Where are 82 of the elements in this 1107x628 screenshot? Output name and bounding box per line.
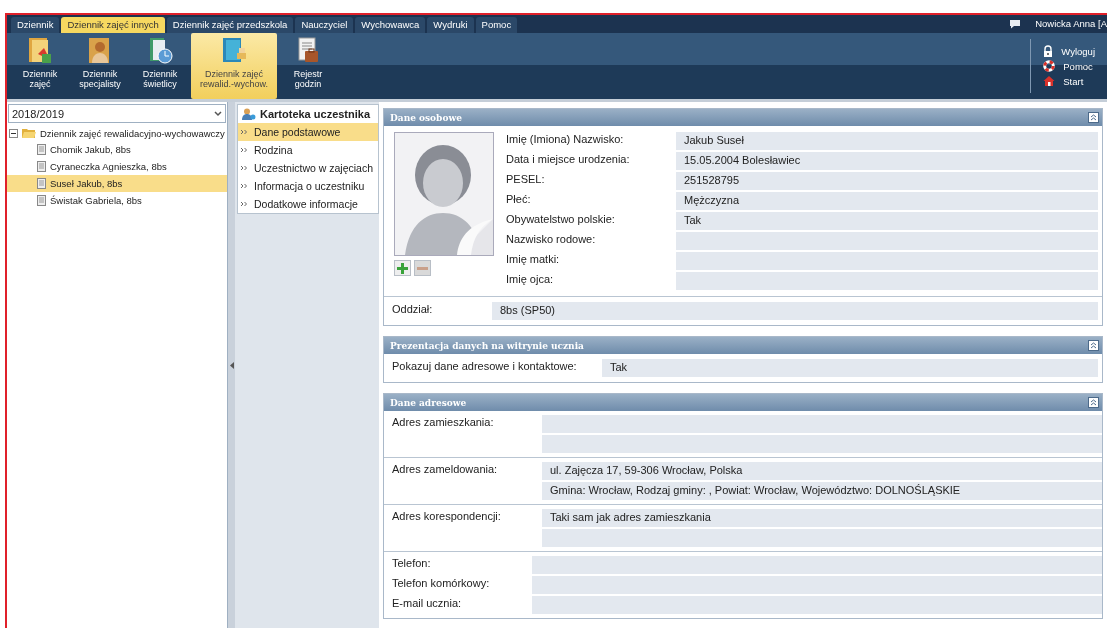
card-menu-item[interactable]: Uczestnictwo w zajęciach — [238, 159, 378, 177]
book-icon — [26, 36, 54, 66]
field-label: Imię (Imiona) Nazwisko: — [506, 132, 625, 145]
folder-icon — [21, 127, 37, 139]
chat-icon[interactable] — [1009, 19, 1022, 29]
add-photo-button[interactable] — [394, 260, 411, 276]
toolbar-link[interactable]: Pomoc — [1043, 59, 1095, 73]
document-icon — [37, 161, 46, 172]
field-label: Oddział: — [392, 302, 434, 315]
field-label: Telefon komórkowy: — [392, 576, 491, 589]
field-label: Pokazuj dane adresowe i kontaktowe: — [392, 359, 578, 372]
toolbar-button[interactable]: Rejestr godzin — [279, 33, 337, 99]
field-label: Obywatelstwo polskie: — [506, 212, 616, 225]
field-label: Nazwisko rodowe: — [506, 232, 597, 245]
chevron-icon — [241, 147, 248, 153]
field-value: Tak — [676, 212, 1098, 230]
lock-icon — [1043, 45, 1054, 57]
collapse-icon[interactable] — [1088, 397, 1099, 408]
tree-item[interactable]: Świstak Gabriela, 8bs — [7, 192, 227, 209]
minus-icon — [417, 266, 428, 270]
field-label: PESEL: — [506, 172, 546, 185]
field-value: 8bs (SP50) — [492, 302, 1098, 320]
field-label: Imię matki: — [506, 252, 561, 265]
tree-item[interactable]: Cyraneczka Agnieszka, 8bs — [7, 158, 227, 175]
section-title: Dane adresowe — [390, 397, 467, 408]
menu-tab[interactable]: Dziennik — [11, 17, 60, 33]
menu-tab[interactable]: Wychowawca — [355, 17, 426, 33]
tree-item[interactable]: Chomik Jakub, 8bs — [7, 141, 227, 158]
home-icon — [1043, 75, 1056, 87]
document-icon — [37, 195, 46, 206]
field-label: Adres zamieszkania: — [392, 415, 495, 430]
menu-tab[interactable]: Dziennik zajęć przedszkola — [166, 17, 294, 33]
user-name: Nowicka Anna [A — [1034, 18, 1107, 31]
year-select[interactable]: 2018/2019 — [8, 104, 226, 123]
card-menu-item[interactable]: Informacja o uczestniku — [238, 177, 378, 195]
field-label: Data i miejsce urodzenia: — [506, 152, 631, 165]
tree-node[interactable]: Dziennik zajęć rewalidacyjno-wychowawczy — [40, 127, 225, 139]
plus-icon — [397, 262, 408, 274]
user-card-icon — [242, 108, 256, 120]
menu-tab[interactable]: Nauczyciel — [295, 17, 354, 33]
menu-tab[interactable]: Dziennik zajęć innych — [61, 17, 165, 33]
field-label: Imię ojca: — [506, 272, 555, 285]
field-value: 15.05.2004 Bolesławiec — [676, 152, 1098, 170]
field-label: Adres korespondencji: — [392, 509, 502, 524]
toolbar-button[interactable]: Dziennik zajęć rewalid.-wychow. — [191, 33, 277, 99]
collapse-icon[interactable] — [1088, 112, 1099, 123]
field-value: 251528795 — [676, 172, 1098, 190]
field-value: Gmina: Wrocław, Rodzaj gminy: , Powiat: Wrocław, Województwo: DOLNOŚLĄSKIE — [542, 482, 1102, 500]
section-title: Prezentacja danych na witrynie ucznia — [390, 340, 584, 351]
collapse-icon[interactable] — [1088, 340, 1099, 351]
field-label: Adres zameldowania: — [392, 462, 499, 477]
lifebuoy-icon — [1043, 60, 1056, 72]
chevron-icon — [241, 201, 248, 207]
section-title: Dane osobowe — [390, 112, 462, 123]
dropdown-icon[interactable] — [214, 110, 222, 117]
field-label: E-mail ucznia: — [392, 596, 463, 609]
document-icon — [37, 178, 46, 189]
chevron-icon — [241, 165, 248, 171]
menu-tab[interactable]: Pomoc — [475, 17, 518, 33]
field-value: ul. Zajęcza 17, 59-306 Wrocław, Polska — [542, 462, 1102, 480]
card-menu-item[interactable]: Dane podstawowe — [238, 123, 378, 141]
card-menu-item[interactable]: Dodatkowe informacje — [238, 195, 378, 213]
toolbar-button[interactable]: Dziennik zajęć — [11, 33, 69, 99]
field-label: Telefon: — [392, 556, 432, 569]
toolbar-button[interactable]: Dziennik specjalisty — [71, 33, 129, 99]
collapse-icon[interactable] — [9, 128, 18, 138]
toolbar-link[interactable]: Wyloguj — [1043, 44, 1095, 58]
tree-item[interactable]: Suseł Jakub, 8bs — [7, 175, 227, 192]
chevron-icon — [241, 183, 248, 189]
toolbar-button[interactable]: Dziennik świetlicy — [131, 33, 189, 99]
field-value: Mężczyzna — [676, 192, 1098, 210]
card-menu-title: Kartoteka uczestnika — [260, 108, 371, 120]
chevron-icon — [241, 129, 248, 135]
card-menu-item[interactable]: Rodzina — [238, 141, 378, 159]
field-label: Płeć: — [506, 192, 532, 205]
collapse-arrow-icon[interactable] — [229, 361, 234, 369]
field-value: Taki sam jak adres zamieszkania — [542, 509, 1102, 527]
document-icon — [37, 144, 46, 155]
menu-tab[interactable]: Wydruki — [427, 17, 474, 33]
toolbar-link[interactable]: Start — [1043, 74, 1095, 88]
field-value: Tak — [602, 359, 1098, 377]
field-value: Jakub Suseł — [676, 132, 1098, 150]
